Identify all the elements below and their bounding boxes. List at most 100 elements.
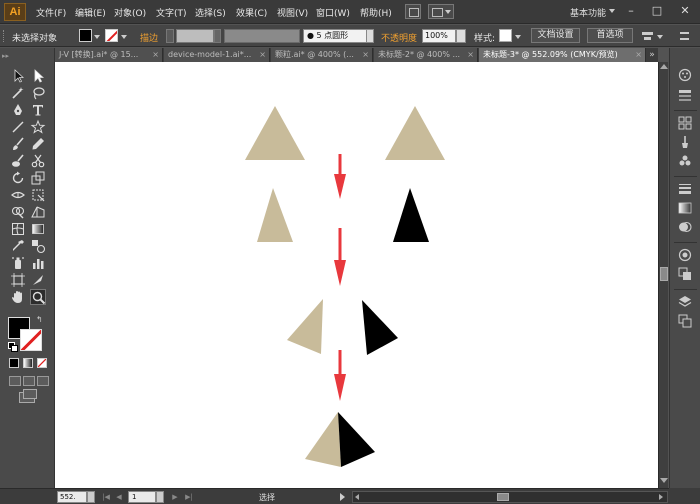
grip-handle[interactable]: [3, 30, 6, 42]
scissors-tool-icon[interactable]: [30, 153, 46, 169]
minimize-button[interactable]: –: [622, 4, 640, 18]
default-colors-icon[interactable]: [8, 342, 18, 352]
last-artboard-button[interactable]: ▶|: [184, 492, 194, 502]
zoom-tool-icon[interactable]: [30, 289, 46, 305]
workspace-switcher[interactable]: 基本功能: [570, 6, 606, 19]
artboard-canvas[interactable]: [55, 62, 658, 488]
variable-width-profile[interactable]: [224, 29, 300, 43]
layers-panel-icon[interactable]: [678, 295, 692, 309]
width-tool-icon[interactable]: [10, 187, 26, 203]
artboards-panel-icon[interactable]: [678, 314, 692, 328]
tab-document-3[interactable]: 颗粒.ai* @ 400% (... ×: [271, 48, 373, 62]
status-menu-icon[interactable]: [340, 493, 345, 501]
rotate-tool-icon[interactable]: [10, 170, 26, 186]
zoom-dropdown[interactable]: [87, 491, 95, 503]
triangle-beige-large-right[interactable]: [385, 106, 445, 160]
hand-tool-icon[interactable]: [10, 289, 26, 305]
tab-document-5[interactable]: 未标题-3* @ 552.09% (CMYK/预览) ×: [479, 48, 646, 62]
color-panel-icon[interactable]: [678, 68, 692, 82]
vertical-scroll-thumb[interactable]: [660, 267, 668, 281]
blend-tool-icon[interactable]: [30, 238, 46, 254]
close-icon[interactable]: ×: [152, 48, 159, 62]
menu-view[interactable]: 视图(V): [277, 6, 308, 19]
resize-grip[interactable]: [669, 488, 700, 504]
gradient-tool-icon[interactable]: [30, 221, 46, 237]
menu-effect[interactable]: 效果(C): [236, 6, 267, 19]
vertical-scrollbar[interactable]: [658, 62, 668, 488]
pencil-tool-icon[interactable]: [30, 136, 46, 152]
transparency-panel-icon[interactable]: [678, 220, 692, 234]
zoom-level-field[interactable]: 552. 0%: [57, 491, 87, 504]
paintbrush-tool-icon[interactable]: [10, 136, 26, 152]
mesh-tool-icon[interactable]: [10, 221, 26, 237]
horizontal-scroll-thumb[interactable]: [497, 493, 509, 501]
triangle-beige-large-left[interactable]: [245, 106, 305, 160]
line-segment-tool-icon[interactable]: [10, 119, 26, 135]
menu-help[interactable]: 帮助(H): [360, 6, 392, 19]
chevron-down-icon[interactable]: [515, 35, 521, 39]
direct-selection-tool-icon[interactable]: [30, 68, 46, 84]
stroke-weight-spinner[interactable]: [166, 29, 174, 43]
bridge-button[interactable]: [405, 4, 421, 19]
gradient-mode-button[interactable]: [23, 358, 33, 368]
lasso-tool-icon[interactable]: [30, 85, 46, 101]
color-mode-button[interactable]: [9, 358, 19, 368]
chevron-down-icon[interactable]: [657, 35, 663, 39]
slice-tool-icon[interactable]: [30, 272, 46, 288]
chevron-down-icon[interactable]: [121, 35, 127, 39]
arrange-documents-button[interactable]: [428, 4, 454, 19]
swap-colors-icon[interactable]: ↰: [36, 316, 44, 324]
triangle-beige-narrow[interactable]: [257, 188, 293, 242]
close-icon[interactable]: ×: [362, 48, 369, 62]
appearance-panel-icon[interactable]: [678, 248, 692, 262]
symbol-sprayer-tool-icon[interactable]: [10, 255, 26, 271]
free-transform-tool-icon[interactable]: [30, 187, 46, 203]
brushes-panel-icon[interactable]: [678, 135, 692, 149]
artboard-dropdown[interactable]: [156, 491, 164, 503]
stroke-color-box[interactable]: [20, 329, 42, 351]
blob-brush-tool-icon[interactable]: [10, 153, 26, 169]
tab-document-2[interactable]: device-model-1.ai*... ×: [164, 48, 270, 62]
screen-mode-button[interactable]: [19, 389, 37, 403]
align-icon[interactable]: [642, 31, 653, 41]
selection-tool-icon[interactable]: [10, 68, 26, 84]
artboard-tool-icon[interactable]: [10, 272, 26, 288]
brush-dropdown[interactable]: [366, 29, 374, 43]
opacity-label[interactable]: 不透明度: [381, 31, 417, 44]
menu-file[interactable]: 文件(F): [36, 6, 66, 19]
preferences-button[interactable]: 首选项: [587, 28, 633, 43]
triangle-black-tilted[interactable]: [362, 300, 398, 355]
tab-document-4[interactable]: 未标题-2* @ 400% ... ×: [374, 48, 478, 62]
maximize-button[interactable]: □: [648, 4, 666, 18]
stroke-weight-dropdown[interactable]: [214, 29, 221, 43]
color-guide-icon[interactable]: [678, 88, 692, 102]
close-button[interactable]: ✕: [676, 4, 694, 18]
menu-type[interactable]: 文字(T): [156, 6, 187, 19]
draw-behind-icon[interactable]: [23, 376, 35, 386]
triangle-beige-tilted[interactable]: [287, 299, 323, 354]
panel-menu-icon[interactable]: [680, 32, 689, 40]
menu-window[interactable]: 窗口(W): [316, 6, 350, 19]
menu-edit[interactable]: 编辑(E): [75, 6, 106, 19]
fill-color-swatch[interactable]: [79, 29, 92, 42]
gradient-panel-icon[interactable]: [678, 201, 692, 215]
draw-inside-icon[interactable]: [37, 376, 49, 386]
opacity-field[interactable]: 100%: [422, 29, 456, 43]
close-icon[interactable]: ×: [467, 48, 474, 62]
stroke-weight-field[interactable]: [176, 29, 214, 43]
opacity-dropdown[interactable]: [456, 29, 466, 43]
magic-wand-tool-icon[interactable]: [10, 85, 26, 101]
next-artboard-button[interactable]: ▶: [170, 492, 180, 502]
graphic-styles-panel-icon[interactable]: [678, 267, 692, 281]
swatches-panel-icon[interactable]: [678, 116, 692, 130]
scale-tool-icon[interactable]: [30, 170, 46, 186]
scroll-up-icon[interactable]: [660, 64, 668, 69]
stroke-panel-icon[interactable]: [678, 182, 692, 196]
pyramid-right-face[interactable]: [338, 412, 375, 467]
draw-normal-icon[interactable]: [9, 376, 21, 386]
first-artboard-button[interactable]: |◀: [101, 492, 111, 502]
stroke-color-swatch[interactable]: [105, 29, 118, 42]
tab-document-1[interactable]: J-V [转换].ai* @ 15... ×: [55, 48, 163, 62]
shape-builder-tool-icon[interactable]: [10, 204, 26, 220]
graphic-style-swatch[interactable]: [499, 29, 512, 42]
